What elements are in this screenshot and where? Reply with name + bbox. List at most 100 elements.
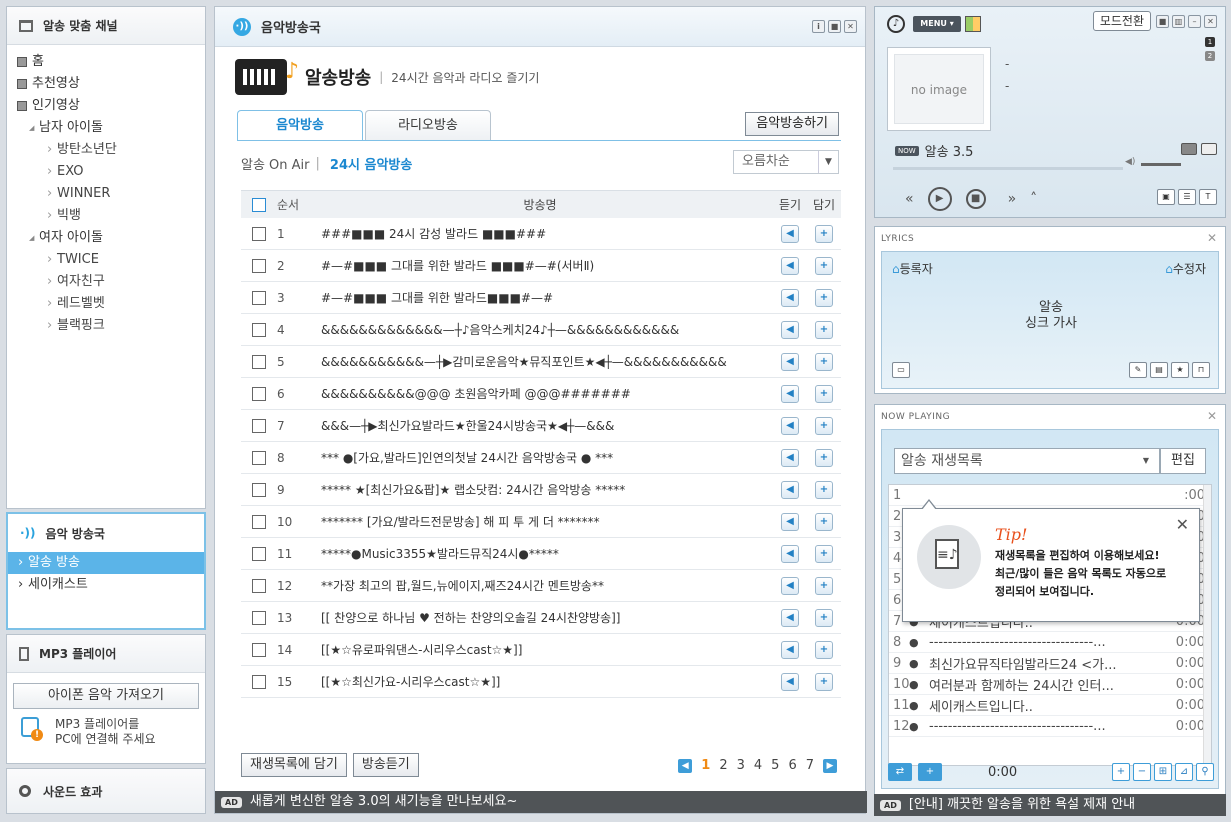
playlist-row[interactable]: 8 ● -----------------------------------...… (889, 632, 1211, 653)
tree-item[interactable]: 남자 아이돌 (17, 117, 205, 139)
row-checkbox[interactable] (252, 226, 266, 241)
table-row[interactable]: 3 #—#■■■ 그대를 위한 발라드■■■#—# ◀ + (241, 282, 841, 314)
listen-icon[interactable]: ◀ (781, 288, 799, 307)
next-page-icon[interactable]: ▶ (823, 758, 837, 773)
listen-icon[interactable]: ◀ (781, 480, 799, 499)
plus-icon[interactable]: + (1112, 763, 1130, 781)
sound-panel[interactable]: 사운드 효과 (6, 768, 206, 814)
grid-icon[interactable]: ⊞ (1154, 763, 1172, 781)
close-icon[interactable]: ✕ (844, 20, 857, 33)
edit-playlist-button[interactable]: 편집 (1160, 448, 1206, 474)
prev-icon[interactable]: « (905, 191, 914, 207)
lyrics-window-icon[interactable]: ▭ (892, 362, 910, 378)
tree-item[interactable]: EXO (17, 161, 205, 183)
table-row[interactable]: 7 &&&—┼▶최신가요발라드★한울24시방송국★◀┼—&&& ◀ + (241, 410, 841, 442)
add-icon[interactable]: + (815, 576, 833, 595)
shuffle-icon[interactable]: ⇄ (888, 763, 912, 781)
tab-radio[interactable]: 라디오방송 (365, 110, 491, 140)
add-icon[interactable]: + (815, 448, 833, 467)
row-name[interactable]: *****●Music3355★발라드뮤직24시●***** (307, 545, 773, 562)
add-icon[interactable]: + (815, 224, 833, 243)
next-icon[interactable]: » (1008, 191, 1017, 207)
table-row[interactable]: 13 [[ 찬양으로 하나님 ♥ 전하는 찬양의오솔길 24시찬양방송]] ◀ + (241, 602, 841, 634)
import-iphone-button[interactable]: 아이폰 음악 가져오기 (13, 683, 199, 709)
playlist-select[interactable]: 알송 재생목록 (894, 448, 1160, 474)
pin-icon[interactable]: ⊓ (1192, 362, 1210, 378)
row-checkbox[interactable] (252, 578, 266, 593)
close-icon[interactable]: ✕ (1207, 231, 1217, 245)
mode-switch-button[interactable]: 모드전환 (1092, 11, 1151, 31)
add-file-icon[interactable]: + (918, 763, 942, 781)
page-link[interactable]: 4 (754, 758, 762, 773)
playlist-row[interactable]: 9 ● 최신가요뮤직타임발라드24 <가... 0:00 (889, 653, 1211, 674)
row-checkbox[interactable] (252, 450, 266, 465)
sort-icon[interactable]: ⊿ (1175, 763, 1193, 781)
listen-icon[interactable]: ◀ (781, 320, 799, 339)
table-row[interactable]: 2 #—#■■■ 그대를 위한 발라드 ■■■#—#(서버Ⅱ) ◀ + (241, 250, 841, 282)
row-name[interactable]: ***** ★[최신가요&팝]★ 랩소닷컴: 24시간 음악방송 ***** (307, 481, 773, 498)
skin-icon[interactable] (965, 16, 981, 32)
page-link[interactable]: 1 (701, 758, 710, 773)
add-to-playlist-button[interactable]: 재생목록에 담기 (241, 753, 347, 777)
save-icon[interactable]: ▤ (1150, 362, 1168, 378)
row-name[interactable]: [[★☆최신가요-시리우스cast☆★]] (307, 673, 773, 690)
listen-icon[interactable]: ◀ (781, 352, 799, 371)
tree-item[interactable]: 추천영상 (17, 73, 205, 95)
playlist-toggle-icon[interactable] (1201, 143, 1217, 155)
listen-icon[interactable]: ◀ (781, 448, 799, 467)
tree-item[interactable]: 방탄소년단 (17, 139, 205, 161)
select-all-checkbox[interactable] (252, 197, 266, 212)
notice-ticker[interactable]: AD 새롭게 변신한 알송 3.0의 새기능을 만나보세요~ (215, 791, 867, 813)
row-checkbox[interactable] (252, 482, 266, 497)
row-checkbox[interactable] (252, 514, 266, 529)
tab-music[interactable]: 음악방송 (237, 110, 363, 140)
close-icon[interactable]: ✕ (1176, 515, 1189, 534)
star-icon[interactable]: ★ (1171, 362, 1189, 378)
table-row[interactable]: 14 [[★☆유로파워댄스-시리우스cast☆★]] ◀ + (241, 634, 841, 666)
row-name[interactable]: &&&&&&&&&&&&&—┼♪음악스케치24♪┼—&&&&&&&&&&&& (307, 321, 773, 338)
table-row[interactable]: 1 ###■■■ 24시 감성 발라드 ■■■### ◀ + (241, 218, 841, 250)
seek-bar[interactable] (893, 167, 1123, 170)
volume-slider[interactable] (1141, 163, 1181, 166)
row-checkbox[interactable] (252, 642, 266, 657)
tree-item[interactable]: TWICE (17, 249, 205, 271)
listen-broadcast-button[interactable]: 방송듣기 (352, 753, 419, 777)
add-icon[interactable]: + (815, 384, 833, 403)
add-icon[interactable]: + (815, 608, 833, 627)
notice-ticker-right[interactable]: AD [안내] 깨끗한 알송을 위한 욕설 제재 안내 (874, 794, 1226, 816)
lyrics-toggle-icon[interactable] (1181, 143, 1197, 155)
row-name[interactable]: ###■■■ 24시 감성 발라드 ■■■### (307, 225, 773, 242)
radio-item-saycast[interactable]: 세이캐스트 (8, 574, 204, 596)
edit-lyrics-icon[interactable]: ✎ (1129, 362, 1147, 378)
table-row[interactable]: 6 &&&&&&&&&&@@@ 초원음악카페 @@@####### ◀ + (241, 378, 841, 410)
listen-icon[interactable]: ◀ (781, 672, 799, 691)
listen-icon[interactable]: ◀ (781, 544, 799, 563)
add-icon[interactable]: + (815, 288, 833, 307)
row-name[interactable]: *** ●[가요,발라드]인연의첫날 24시간 음악방송국 ● *** (307, 449, 773, 466)
radio-header[interactable]: ·)) 음악 방송국 (8, 514, 204, 552)
playlist-row[interactable]: 11 ● 세이캐스트입니다.. 0:00 (889, 695, 1211, 716)
tree-item[interactable]: 블랙핑크 (17, 315, 205, 337)
minimize-icon[interactable]: ■ (828, 20, 841, 33)
table-row[interactable]: 12 **가장 최고의 팝,월드,뉴에이지,째즈24시간 멘트방송** ◀ + (241, 570, 841, 602)
page-link[interactable]: 7 (806, 758, 814, 773)
row-checkbox[interactable] (252, 354, 266, 369)
table-row[interactable]: 11 *****●Music3355★발라드뮤직24시●***** ◀ + (241, 538, 841, 570)
listen-icon[interactable]: ◀ (781, 608, 799, 627)
add-icon[interactable]: + (815, 416, 833, 435)
add-icon[interactable]: + (815, 480, 833, 499)
tree-item[interactable]: 빅뱅 (17, 205, 205, 227)
add-icon[interactable]: + (815, 256, 833, 275)
tree-item[interactable]: 레드벨벳 (17, 293, 205, 315)
list-icon[interactable]: ☰ (1178, 189, 1196, 205)
table-row[interactable]: 15 [[★☆최신가요-시리우스cast☆★]] ◀ + (241, 666, 841, 698)
channel-icon[interactable]: ▣ (1157, 189, 1175, 205)
play-icon[interactable]: ▶ (927, 187, 952, 211)
row-name[interactable]: **가장 최고의 팝,월드,뉴에이지,째즈24시간 멘트방송** (307, 577, 773, 594)
sort-select[interactable]: 오름차순 ▼ (733, 150, 839, 174)
listen-icon[interactable]: ◀ (781, 640, 799, 659)
row-checkbox[interactable] (252, 386, 266, 401)
row-name[interactable]: [[★☆유로파워댄스-시리우스cast☆★]] (307, 641, 773, 658)
row-name[interactable]: &&&&&&&&&&@@@ 초원음악카페 @@@####### (307, 385, 773, 402)
listen-icon[interactable]: ◀ (781, 576, 799, 595)
